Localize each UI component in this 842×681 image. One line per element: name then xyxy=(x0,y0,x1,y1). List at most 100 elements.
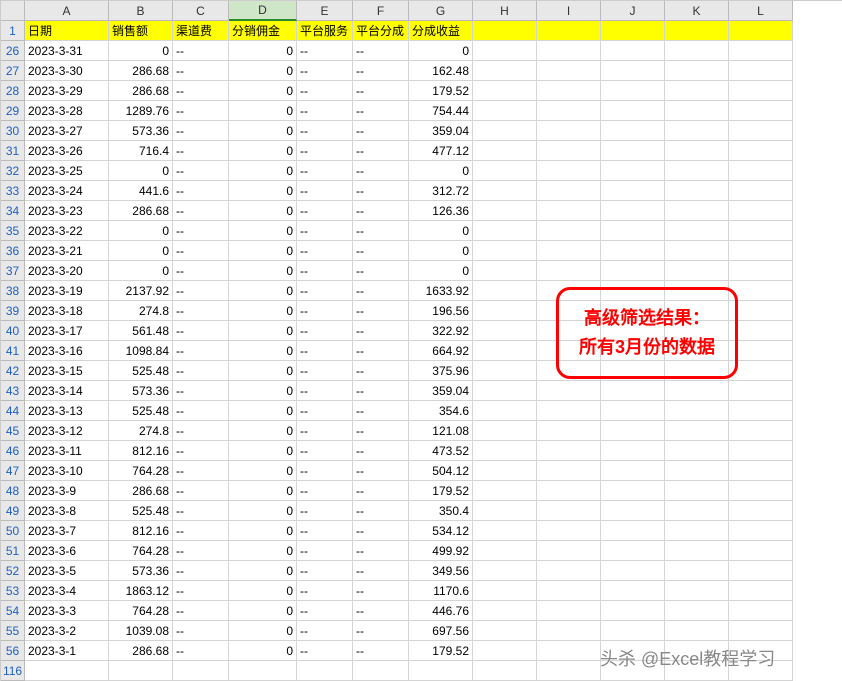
cell-platform-share[interactable]: -- xyxy=(353,181,409,201)
cell-date[interactable]: 2023-3-26 xyxy=(25,141,109,161)
cell-commission[interactable]: 0 xyxy=(229,641,297,661)
empty-cell[interactable] xyxy=(601,381,665,401)
empty-cell[interactable] xyxy=(537,401,601,421)
cell-date[interactable]: 2023-3-10 xyxy=(25,461,109,481)
cell-date[interactable]: 2023-3-31 xyxy=(25,41,109,61)
cell-commission[interactable]: 0 xyxy=(229,401,297,421)
cell-platform-share[interactable]: -- xyxy=(353,541,409,561)
cell-channel-fee[interactable]: -- xyxy=(173,461,229,481)
empty-cell[interactable] xyxy=(537,121,601,141)
empty-cell[interactable] xyxy=(665,161,729,181)
row-header[interactable]: 41 xyxy=(1,341,25,361)
cell-date[interactable]: 2023-3-23 xyxy=(25,201,109,221)
column-header-j[interactable]: J xyxy=(601,1,665,21)
cell-platform-share[interactable]: -- xyxy=(353,521,409,541)
cell-sales[interactable]: 1289.76 xyxy=(109,101,173,121)
row-header[interactable]: 32 xyxy=(1,161,25,181)
cell-date[interactable]: 2023-3-22 xyxy=(25,221,109,241)
cell-commission[interactable]: 0 xyxy=(229,261,297,281)
empty-cell[interactable] xyxy=(729,541,793,561)
cell-sales[interactable]: 525.48 xyxy=(109,501,173,521)
cell-platform-service[interactable]: -- xyxy=(297,81,353,101)
row-header[interactable]: 54 xyxy=(1,601,25,621)
cell-platform-share[interactable]: -- xyxy=(353,401,409,421)
cell-platform-service[interactable]: -- xyxy=(297,181,353,201)
cell-platform-share[interactable]: -- xyxy=(353,101,409,121)
cell-platform-share[interactable]: -- xyxy=(353,161,409,181)
empty-cell[interactable] xyxy=(473,361,537,381)
column-header-i[interactable]: I xyxy=(537,1,601,21)
cell-channel-fee[interactable]: -- xyxy=(173,61,229,81)
empty-cell[interactable] xyxy=(601,101,665,121)
cell-commission[interactable]: 0 xyxy=(229,161,297,181)
cell-share-profit[interactable]: 0 xyxy=(409,221,473,241)
empty-cell[interactable] xyxy=(473,281,537,301)
header-cell[interactable]: 平台服务 xyxy=(297,21,353,41)
cell-share-profit[interactable]: 354.6 xyxy=(409,401,473,421)
cell-platform-share[interactable]: -- xyxy=(353,261,409,281)
empty-cell[interactable] xyxy=(601,141,665,161)
empty-cell[interactable] xyxy=(665,481,729,501)
empty-cell[interactable] xyxy=(729,461,793,481)
cell-share-profit[interactable]: 754.44 xyxy=(409,101,473,121)
cell-date[interactable]: 2023-3-20 xyxy=(25,261,109,281)
empty-cell[interactable] xyxy=(473,141,537,161)
cell-platform-share[interactable]: -- xyxy=(353,341,409,361)
empty-cell[interactable] xyxy=(473,321,537,341)
cell-date[interactable]: 2023-3-12 xyxy=(25,421,109,441)
cell-platform-service[interactable]: -- xyxy=(297,61,353,81)
empty-cell[interactable] xyxy=(729,581,793,601)
column-header-h[interactable]: H xyxy=(473,1,537,21)
empty-cell[interactable] xyxy=(665,241,729,261)
empty-cell[interactable] xyxy=(729,141,793,161)
empty-cell[interactable] xyxy=(537,101,601,121)
empty-cell[interactable] xyxy=(729,181,793,201)
empty-cell[interactable] xyxy=(537,581,601,601)
cell-commission[interactable]: 0 xyxy=(229,501,297,521)
cell-platform-service[interactable]: -- xyxy=(297,41,353,61)
empty-cell[interactable] xyxy=(473,341,537,361)
cell-sales[interactable]: 0 xyxy=(109,241,173,261)
cell-sales[interactable]: 525.48 xyxy=(109,401,173,421)
cell-share-profit[interactable]: 179.52 xyxy=(409,81,473,101)
empty-cell[interactable] xyxy=(353,661,409,681)
empty-cell[interactable] xyxy=(473,581,537,601)
empty-cell[interactable] xyxy=(601,161,665,181)
cell-platform-share[interactable]: -- xyxy=(353,361,409,381)
cell-platform-service[interactable]: -- xyxy=(297,161,353,181)
empty-cell[interactable] xyxy=(729,281,793,301)
cell-platform-service[interactable]: -- xyxy=(297,241,353,261)
empty-cell[interactable] xyxy=(601,401,665,421)
cell-platform-share[interactable]: -- xyxy=(353,61,409,81)
empty-cell[interactable] xyxy=(665,421,729,441)
empty-cell[interactable] xyxy=(473,241,537,261)
empty-cell[interactable] xyxy=(601,441,665,461)
row-header[interactable]: 45 xyxy=(1,421,25,441)
header-cell[interactable]: 平台分成 xyxy=(353,21,409,41)
cell-share-profit[interactable]: 322.92 xyxy=(409,321,473,341)
empty-cell[interactable] xyxy=(473,181,537,201)
empty-cell[interactable] xyxy=(537,221,601,241)
empty-cell[interactable] xyxy=(665,601,729,621)
cell-channel-fee[interactable]: -- xyxy=(173,521,229,541)
cell-platform-service[interactable]: -- xyxy=(297,461,353,481)
row-header[interactable]: 116 xyxy=(1,661,25,681)
cell-share-profit[interactable]: 1170.6 xyxy=(409,581,473,601)
column-header-l[interactable]: L xyxy=(729,1,793,21)
cell-channel-fee[interactable]: -- xyxy=(173,81,229,101)
cell-date[interactable]: 2023-3-8 xyxy=(25,501,109,521)
cell-date[interactable]: 2023-3-21 xyxy=(25,241,109,261)
empty-cell[interactable] xyxy=(665,521,729,541)
cell-date[interactable]: 2023-3-5 xyxy=(25,561,109,581)
header-cell[interactable]: 日期 xyxy=(25,21,109,41)
empty-cell[interactable] xyxy=(729,561,793,581)
empty-cell[interactable] xyxy=(537,381,601,401)
cell-sales[interactable]: 286.68 xyxy=(109,201,173,221)
cell-share-profit[interactable]: 0 xyxy=(409,241,473,261)
cell-share-profit[interactable]: 534.12 xyxy=(409,521,473,541)
cell-platform-share[interactable]: -- xyxy=(353,241,409,261)
cell-date[interactable]: 2023-3-27 xyxy=(25,121,109,141)
empty-cell[interactable] xyxy=(473,41,537,61)
empty-cell[interactable] xyxy=(601,601,665,621)
empty-cell[interactable] xyxy=(537,641,601,661)
